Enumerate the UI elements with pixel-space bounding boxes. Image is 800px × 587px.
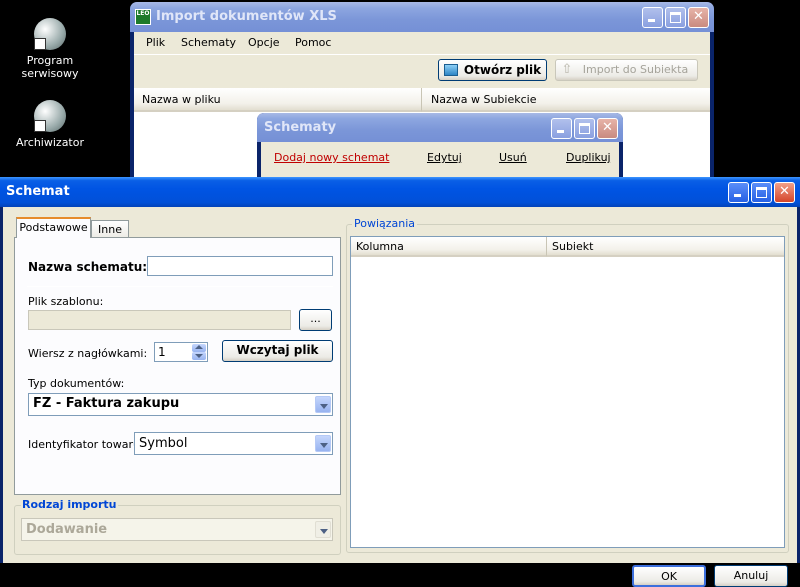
menu-bar: Plik Schematy Opcje Pomoc bbox=[134, 32, 710, 54]
scheme-name-input[interactable] bbox=[147, 256, 333, 276]
scheme-name-label: Nazwa schematu: bbox=[28, 260, 148, 274]
browse-button[interactable]: ... bbox=[299, 309, 332, 331]
menu-schematy[interactable]: Schematy bbox=[181, 36, 236, 49]
schematy-window-title: Schematy bbox=[264, 120, 337, 135]
template-file-label: Plik szablonu: bbox=[28, 295, 104, 308]
import-kind-group: Rodzaj importu Dodawanie bbox=[14, 498, 341, 555]
divider bbox=[27, 286, 333, 287]
import-to-subiekt-button[interactable]: ⇧ Import do Subiekta bbox=[555, 59, 698, 81]
archiwizator-icon bbox=[34, 100, 66, 132]
close-button[interactable] bbox=[597, 118, 618, 139]
import-window-titlebar[interactable]: LEO Import dokumentów XLS bbox=[130, 2, 714, 32]
arrow-up-icon: ⇧ bbox=[561, 62, 573, 77]
duplicate-scheme-link[interactable]: Duplikuj bbox=[566, 151, 611, 164]
chevron-up-icon bbox=[195, 345, 203, 349]
chevron-down-icon[interactable] bbox=[315, 396, 331, 413]
open-file-icon bbox=[444, 64, 458, 76]
delete-scheme-link[interactable]: Usuń bbox=[499, 151, 527, 164]
edit-scheme-link[interactable]: Edytuj bbox=[427, 151, 462, 164]
column-header-subiekt-name[interactable]: Nazwa w Subiekcie bbox=[422, 88, 710, 112]
import-kind-label: Rodzaj importu bbox=[21, 498, 118, 511]
doc-type-select[interactable]: FZ - Faktura zakupu bbox=[28, 393, 333, 416]
desktop-icon-label: serwisowy bbox=[21, 67, 79, 80]
schemat-dialog-titlebar[interactable]: Schemat bbox=[0, 177, 800, 207]
import-kind-select[interactable]: Dodawanie bbox=[21, 518, 333, 541]
schemat-dialog: Schemat Podstawowe Inne Nazwa schematu: … bbox=[0, 177, 800, 587]
stepper-up-button[interactable] bbox=[192, 344, 206, 352]
schemat-dialog-body: Podstawowe Inne Nazwa schematu: Plik sza… bbox=[3, 207, 797, 587]
maximize-button[interactable] bbox=[751, 182, 772, 203]
item-id-label: Identyfikator towaru: bbox=[28, 438, 144, 451]
minimize-button[interactable] bbox=[642, 7, 663, 28]
program-serwisowy-icon bbox=[34, 18, 66, 50]
desktop-icon-archiwizator[interactable]: Archiwizator bbox=[10, 100, 90, 149]
desktop-icon-label: Program bbox=[26, 54, 74, 67]
leo-app-icon: LEO bbox=[135, 9, 151, 25]
import-window-title: Import dokumentów XLS bbox=[156, 9, 337, 24]
header-row-stepper[interactable]: 1 bbox=[154, 342, 208, 362]
close-button[interactable] bbox=[688, 7, 709, 28]
item-id-select[interactable]: Symbol bbox=[134, 432, 333, 455]
minimize-button[interactable] bbox=[728, 182, 749, 203]
column-header-kolumna[interactable]: Kolumna bbox=[351, 237, 547, 257]
add-scheme-link[interactable]: Dodaj nowy schemat bbox=[274, 151, 389, 164]
open-file-button[interactable]: Otwórz plik bbox=[438, 59, 547, 81]
load-file-button[interactable]: Wczytaj plik bbox=[222, 340, 333, 362]
template-file-field[interactable] bbox=[28, 310, 291, 330]
relations-group: Powiązania Kolumna Subiekt bbox=[346, 217, 789, 553]
column-header-subiekt[interactable]: Subiekt bbox=[547, 237, 784, 257]
schematy-window-titlebar[interactable]: Schematy bbox=[257, 113, 623, 142]
desktop-icon-program-serwisowy[interactable]: Program serwisowy bbox=[10, 18, 90, 80]
close-button[interactable] bbox=[774, 182, 795, 203]
minimize-button[interactable] bbox=[551, 118, 572, 139]
tab-inne[interactable]: Inne bbox=[91, 220, 129, 238]
desktop-icon-label: Archiwizator bbox=[15, 136, 84, 149]
maximize-button[interactable] bbox=[574, 118, 595, 139]
chevron-down-icon bbox=[195, 354, 203, 358]
maximize-button[interactable] bbox=[665, 7, 686, 28]
column-header-file-name[interactable]: Nazwa w pliku bbox=[134, 88, 422, 112]
doc-type-label: Typ dokumentów: bbox=[28, 377, 125, 390]
relations-grid[interactable]: Kolumna Subiekt bbox=[350, 236, 785, 548]
header-row-label: Wiersz z nagłówkami: bbox=[28, 347, 148, 360]
tab-podstawowe[interactable]: Podstawowe bbox=[16, 217, 91, 238]
stepper-down-button[interactable] bbox=[192, 352, 206, 360]
ok-button[interactable]: OK bbox=[632, 565, 706, 587]
menu-pomoc[interactable]: Pomoc bbox=[295, 36, 331, 49]
menu-opcje[interactable]: Opcje bbox=[248, 36, 280, 49]
relations-label: Powiązania bbox=[352, 217, 418, 230]
chevron-down-icon[interactable] bbox=[315, 521, 331, 538]
cancel-button[interactable]: Anuluj bbox=[714, 565, 788, 587]
menu-plik[interactable]: Plik bbox=[146, 36, 165, 49]
tab-panel-podstawowe: Nazwa schematu: Plik szablonu: ... Wiers… bbox=[14, 237, 341, 495]
schemat-dialog-title: Schemat bbox=[6, 184, 70, 199]
chevron-down-icon[interactable] bbox=[315, 435, 331, 452]
